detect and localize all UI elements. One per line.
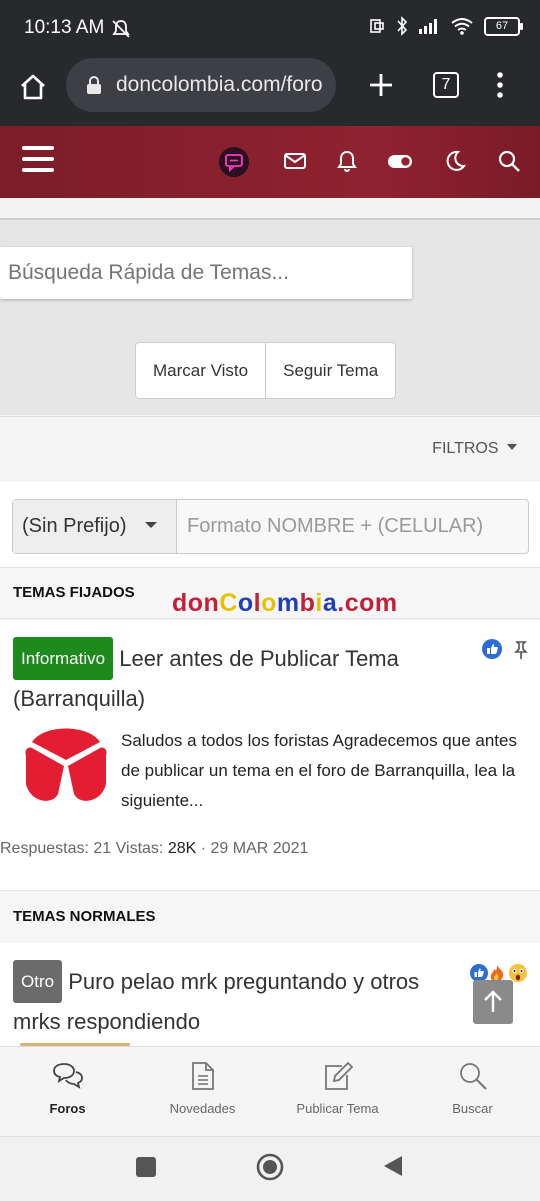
thread-author-avatar [25, 728, 107, 801]
follow-thread-button[interactable]: Seguir Tema [265, 343, 395, 398]
thread-prefix-tag: Informativo [13, 637, 114, 680]
quick-search-box[interactable] [0, 247, 412, 299]
caret-down-icon [145, 522, 158, 528]
new-tab-icon[interactable] [366, 70, 396, 100]
toggle-icon[interactable] [386, 148, 414, 174]
chat-bubbles-icon [52, 1063, 83, 1089]
filters-row: FILTROS [0, 416, 540, 483]
tab-switcher-button[interactable]: 7 [433, 72, 459, 98]
normal-section-title: TEMAS NORMALES [13, 908, 156, 925]
replies-label: Respuestas: [0, 840, 89, 857]
home-button[interactable] [256, 1153, 284, 1181]
arrow-up-icon [484, 990, 502, 1012]
menu-icon[interactable] [22, 146, 54, 174]
back-button[interactable] [382, 1154, 404, 1178]
nav-item-foros[interactable]: Foros [0, 1047, 135, 1137]
recents-button[interactable] [136, 1157, 156, 1177]
action-button-group: Marcar Visto Seguir Tema [135, 342, 397, 399]
status-bar: 10:13 AM 67 [0, 0, 540, 58]
wifi-icon [451, 18, 473, 35]
browser-toolbar: doncolombia.com/foro 7 [0, 58, 540, 126]
system-navigation-bar [0, 1136, 540, 1201]
search-icon [459, 1063, 487, 1090]
mark-seen-button[interactable]: Marcar Visto [136, 343, 265, 398]
thread-item-normal[interactable]: Otro Puro pelao mrk preguntando y otros … [0, 943, 540, 1046]
nav-item-buscar[interactable]: Buscar [405, 1047, 540, 1137]
bottom-navigation: Foros Novedades Publicar Tema Buscar [0, 1046, 540, 1137]
new-thread-input-group: (Sin Prefijo) Formato NOMBRE + (CELULAR) [12, 499, 529, 554]
pinned-section-title: TEMAS FIJADOS [13, 584, 135, 601]
normal-section-header: TEMAS NORMALES [0, 890, 540, 944]
prefix-select[interactable]: (Sin Prefijo) [13, 500, 177, 553]
filters-label: FILTROS [432, 440, 499, 457]
replies-count: 21 [93, 840, 112, 857]
thread-title-input[interactable]: Formato NOMBRE + (CELULAR) [177, 500, 483, 553]
scroll-to-top-button[interactable] [473, 980, 513, 1024]
address-bar[interactable]: doncolombia.com/foro [66, 58, 336, 112]
status-time: 10:13 AM [24, 17, 105, 38]
thread-date[interactable]: 29 MAR 2021 [211, 840, 309, 857]
caret-down-icon [507, 444, 517, 450]
home-icon[interactable] [18, 72, 48, 102]
views-label: Vistas: [115, 840, 164, 857]
like-reaction-icon [482, 639, 502, 659]
thread-excerpt: Saludos a todos los foristas Agradecemos… [121, 731, 517, 810]
mute-icon [112, 20, 130, 38]
mail-icon[interactable] [282, 148, 308, 174]
screen-rotate-icon [370, 19, 384, 33]
document-icon [191, 1062, 214, 1090]
nav-item-publicar-tema[interactable]: Publicar Tema [270, 1047, 405, 1137]
lock-icon [87, 76, 101, 94]
thread-item-pinned[interactable]: Informativo Leer antes de Publicar Tema … [0, 620, 540, 890]
filters-dropdown[interactable]: FILTROS [432, 440, 518, 458]
edit-icon [324, 1061, 353, 1090]
pin-icon [514, 641, 528, 659]
more-menu-icon[interactable] [492, 70, 508, 100]
nav-item-novedades[interactable]: Novedades [135, 1047, 270, 1137]
views-count: 28K [167, 840, 197, 857]
header-divider [0, 198, 540, 220]
thread-title-text: Puro pelao mrk preguntando y otros mrks … [13, 969, 420, 1034]
meta-separator: · [200, 840, 207, 857]
bell-icon[interactable] [334, 148, 360, 174]
thread-meta: Respuestas: 21 Vistas: 28K · 29 MAR 2021 [0, 840, 308, 858]
nav-label: Foros [49, 1101, 86, 1116]
site-watermark-logo: donColombia.com [172, 589, 398, 617]
nav-label: Buscar [452, 1101, 493, 1116]
bluetooth-icon [397, 16, 408, 36]
battery-icon: 67 [484, 16, 523, 36]
thread-prefix-tag: Otro [13, 960, 63, 1003]
search-icon[interactable] [496, 148, 522, 174]
prefix-select-value: (Sin Prefijo) [22, 515, 127, 537]
moon-icon[interactable] [442, 148, 468, 174]
nav-label: Publicar Tema [296, 1101, 379, 1116]
signal-icon [419, 19, 437, 34]
quick-search-input[interactable] [0, 247, 405, 299]
thread-title[interactable]: Otro Puro pelao mrk preguntando y otros … [13, 960, 463, 1040]
url-text: doncolombia.com/foro [116, 73, 323, 96]
chat-icon[interactable] [218, 146, 250, 178]
site-header [0, 126, 540, 198]
nav-label: Novedades [169, 1101, 236, 1116]
thread-title[interactable]: Informativo Leer antes de Publicar Tema … [13, 637, 473, 717]
